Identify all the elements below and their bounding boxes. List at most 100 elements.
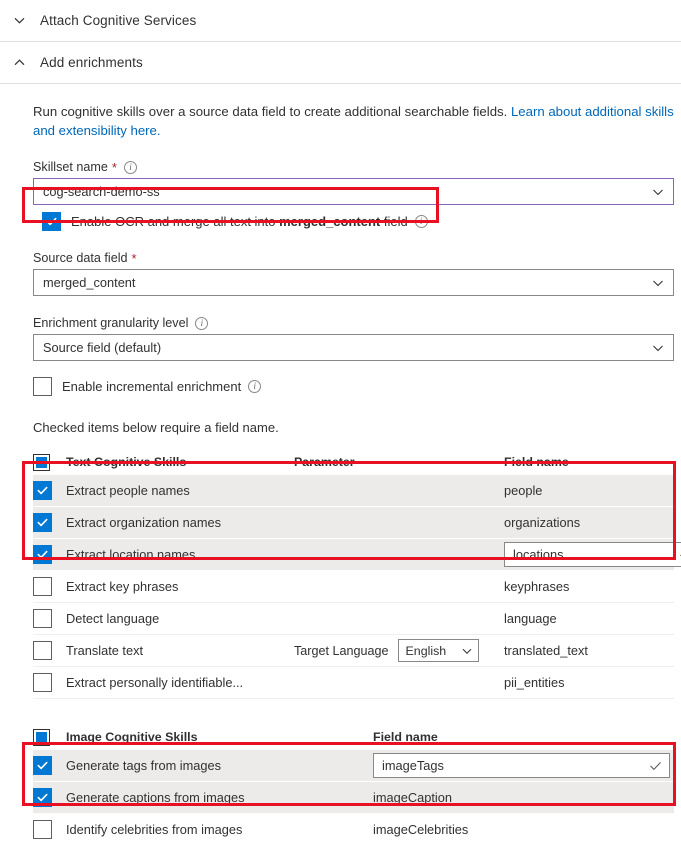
- skill-name: Translate text: [66, 643, 144, 658]
- field-name-cell: imageCaption: [373, 790, 674, 805]
- skill-checkbox-cell[interactable]: [33, 481, 66, 500]
- info-icon[interactable]: i: [248, 380, 262, 393]
- field-name-value: people: [504, 483, 543, 498]
- section-title: Add enrichments: [40, 55, 143, 70]
- description-sentence: Run cognitive skills over a source data …: [33, 104, 511, 119]
- target-language-select[interactable]: English: [397, 639, 479, 662]
- incremental-enrichment-label: Enable incremental enrichment: [62, 379, 242, 394]
- table-row[interactable]: Extract key phrases keyphrases: [33, 571, 674, 603]
- section-header-add-enrichments[interactable]: Add enrichments: [0, 42, 681, 84]
- info-icon[interactable]: i: [414, 215, 428, 228]
- field-name-value: organizations: [504, 515, 581, 530]
- field-name-cell: imageCelebrities: [373, 822, 674, 837]
- incremental-enrichment-row[interactable]: Enable incremental enrichment i: [33, 377, 681, 396]
- table-row[interactable]: Generate captions from images imageCaptio…: [33, 782, 674, 814]
- skill-checkbox[interactable]: [33, 609, 52, 628]
- skill-name: Generate tags from images: [66, 758, 222, 773]
- image-cognitive-skills-table: Image Cognitive Skills Field name Genera…: [33, 724, 674, 841]
- table-row[interactable]: Extract personally identifiable... pii_en…: [33, 667, 674, 699]
- table-row[interactable]: Generate tags from images imageTags: [33, 750, 674, 782]
- field-name-cell: keyphrases: [504, 579, 674, 594]
- enrichment-granularity-select[interactable]: Source field (default): [33, 334, 674, 361]
- section-title: Attach Cognitive Services: [40, 13, 197, 28]
- skill-checkbox-cell[interactable]: [33, 577, 66, 596]
- chevron-down-icon: [651, 185, 665, 199]
- select-all-text-skills-cell[interactable]: [33, 453, 66, 471]
- field-name-hint: Checked items below require a field name…: [33, 420, 279, 435]
- field-name-cell[interactable]: locations: [504, 542, 681, 567]
- source-data-field-select[interactable]: merged_content: [33, 269, 674, 296]
- skillset-name-input[interactable]: cog-search-demo-ss: [33, 178, 674, 205]
- chevron-down-icon: [651, 276, 665, 290]
- table-row[interactable]: Extract location names locations: [33, 539, 681, 571]
- text-skills-header-row: Text Cognitive Skills Parameter Field na…: [33, 449, 674, 475]
- skill-checkbox[interactable]: [33, 513, 52, 532]
- image-skills-col-field-name: Field name: [373, 730, 438, 744]
- skill-checkbox-cell[interactable]: [33, 641, 66, 660]
- table-row[interactable]: Extract people names people: [33, 475, 674, 507]
- skillset-name-label-text: Skillset name: [33, 160, 108, 174]
- skill-name: Extract organization names: [66, 515, 222, 530]
- select-all-image-skills-checkbox[interactable]: [33, 728, 50, 746]
- add-enrichments-page: Attach Cognitive Services Add enrichment…: [0, 0, 681, 841]
- section-header-attach-cognitive-services[interactable]: Attach Cognitive Services: [0, 0, 681, 42]
- skill-checkbox-cell[interactable]: [33, 820, 66, 839]
- enrichment-granularity-value: Source field (default): [43, 340, 162, 355]
- text-skills-col-name: Text Cognitive Skills: [66, 455, 187, 469]
- chevron-down-icon: [10, 12, 28, 30]
- info-icon[interactable]: i: [195, 316, 209, 330]
- field-name-value: language: [504, 611, 557, 626]
- enrichment-granularity-label-text: Enrichment granularity level: [33, 316, 189, 330]
- skill-checkbox[interactable]: [33, 481, 52, 500]
- skill-name: Extract personally identifiable...: [66, 675, 244, 690]
- incremental-enrichment-checkbox[interactable]: [33, 377, 52, 396]
- chevron-down-icon: [461, 645, 473, 657]
- skill-checkbox[interactable]: [33, 756, 52, 775]
- field-name-input[interactable]: imageTags: [373, 753, 670, 778]
- skill-checkbox-cell[interactable]: [33, 545, 66, 564]
- field-name-cell: pii_entities: [504, 675, 674, 690]
- field-name-cell[interactable]: imageTags: [373, 753, 674, 778]
- select-all-text-skills-checkbox[interactable]: [33, 453, 50, 471]
- skill-checkbox-cell[interactable]: [33, 788, 66, 807]
- skill-checkbox-cell[interactable]: [33, 673, 66, 692]
- table-row[interactable]: Identify celebrities from images imageCel…: [33, 814, 674, 841]
- chevron-up-icon: [10, 54, 28, 72]
- required-marker: *: [131, 250, 137, 266]
- field-name-value: imageTags: [382, 758, 444, 773]
- skill-checkbox[interactable]: [33, 545, 52, 564]
- field-name-value: imageCaption: [373, 790, 452, 805]
- text-cognitive-skills-table: Text Cognitive Skills Parameter Field na…: [33, 449, 681, 699]
- table-row[interactable]: Extract organization names organizations: [33, 507, 674, 539]
- ocr-text-after: field: [380, 214, 408, 229]
- description-text: Run cognitive skills over a source data …: [33, 102, 674, 140]
- skill-checkbox[interactable]: [33, 577, 52, 596]
- skill-checkbox[interactable]: [33, 788, 52, 807]
- table-row[interactable]: Translate text Target Language English tran…: [33, 635, 674, 667]
- skillset-name-label: Skillset name * i: [33, 160, 681, 174]
- select-all-image-skills-cell[interactable]: [33, 728, 66, 746]
- table-row[interactable]: Detect language language: [33, 603, 674, 635]
- field-name-input[interactable]: locations: [504, 542, 681, 567]
- skill-checkbox-cell[interactable]: [33, 756, 66, 775]
- skill-checkbox-cell[interactable]: [33, 513, 66, 532]
- enable-ocr-label: Enable OCR and merge all text into merge…: [71, 215, 408, 228]
- target-language-value: English: [405, 643, 447, 658]
- skill-name: Detect language: [66, 611, 160, 626]
- field-name-value: pii_entities: [504, 675, 565, 690]
- chevron-down-icon: [651, 341, 665, 355]
- enable-ocr-checkbox[interactable]: [42, 212, 61, 231]
- info-icon[interactable]: i: [123, 160, 137, 174]
- skill-name: Extract location names: [66, 547, 196, 562]
- skill-checkbox[interactable]: [33, 641, 52, 660]
- skill-name: Identify celebrities from images: [66, 822, 243, 837]
- enable-ocr-checkbox-row[interactable]: Enable OCR and merge all text into merge…: [42, 212, 681, 231]
- image-skills-header-row: Image Cognitive Skills Field name: [33, 724, 674, 750]
- field-name-cell: language: [504, 611, 674, 626]
- ocr-text-before: Enable OCR and merge all text into: [71, 214, 280, 229]
- source-data-field-value: merged_content: [43, 275, 136, 290]
- skill-checkbox[interactable]: [33, 820, 52, 839]
- skill-checkbox[interactable]: [33, 673, 52, 692]
- skill-parameter-cell[interactable]: Target Language English: [294, 639, 504, 662]
- skill-checkbox-cell[interactable]: [33, 609, 66, 628]
